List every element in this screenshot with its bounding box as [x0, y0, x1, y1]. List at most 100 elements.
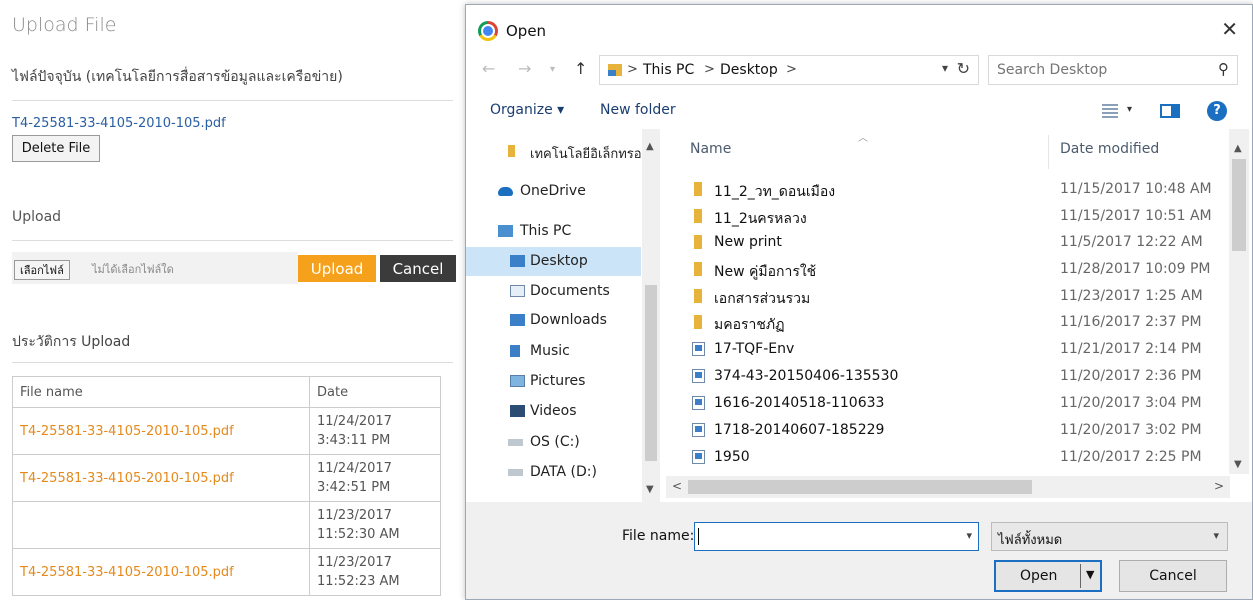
list-item[interactable]: 374-43-20150406-135530 11/20/2017 2:36 P…: [666, 364, 1226, 390]
file-input-row: เลือกไฟล์ ไม่ได้เลือกไฟล์ใด: [12, 252, 298, 284]
breadcrumb-separator-icon[interactable]: >: [627, 62, 638, 77]
search-input[interactable]: [997, 62, 1197, 78]
navigation-scrollbar[interactable]: ▲ ▼: [642, 129, 660, 502]
scroll-left-icon[interactable]: <: [672, 479, 682, 493]
back-arrow-icon[interactable]: ←: [482, 59, 495, 78]
nav-item-label: OneDrive: [520, 183, 586, 199]
documents-icon: [510, 285, 525, 297]
folder-icon: [694, 182, 702, 196]
column-divider[interactable]: [1048, 135, 1049, 169]
delete-file-button[interactable]: Delete File: [12, 135, 100, 162]
scrollbar-thumb[interactable]: [1232, 159, 1246, 251]
column-header-date-modified[interactable]: Date modified: [1060, 141, 1159, 157]
upload-section-label: Upload: [12, 209, 62, 225]
file-date: 11/23/2017 1:25 AM: [1060, 288, 1203, 304]
preview-pane-icon[interactable]: [1160, 104, 1180, 118]
list-item[interactable]: New คู่มือการใช้ 11/28/2017 10:09 PM: [666, 257, 1226, 283]
column-header-date: Date: [309, 376, 441, 408]
list-item[interactable]: 1950 11/20/2017 2:25 PM: [666, 445, 1226, 471]
search-icon[interactable]: ⚲: [1218, 60, 1229, 78]
nav-item-documents[interactable]: Documents: [466, 277, 641, 306]
file-name: เอกสารส่วนรวม: [714, 291, 811, 307]
open-button[interactable]: Open ▼: [994, 560, 1102, 592]
nav-item-downloads[interactable]: Downloads: [466, 306, 641, 335]
recent-locations-chevron-icon[interactable]: ▾: [550, 64, 555, 75]
list-item[interactable]: 1616-20140518-110633 11/20/2017 3:04 PM: [666, 391, 1226, 417]
file-name-input[interactable]: [695, 523, 955, 550]
address-dropdown-icon[interactable]: ▾: [942, 61, 948, 75]
refresh-icon[interactable]: ↻: [957, 59, 970, 78]
history-date: 11/23/2017 11:52:23 AM: [309, 548, 441, 596]
cancel-button[interactable]: Cancel: [1119, 560, 1227, 592]
nav-item-pictures[interactable]: Pictures: [466, 367, 641, 396]
list-item[interactable]: New print 11/5/2017 12:22 AM: [666, 230, 1226, 256]
new-folder-button[interactable]: New folder: [600, 102, 676, 118]
history-file-link[interactable]: T4-25581-33-4105-2010-105.pdf: [12, 407, 310, 455]
file-type-dropdown-icon[interactable]: ▾: [1213, 529, 1219, 542]
help-icon[interactable]: ?: [1207, 101, 1227, 121]
view-dropdown-icon[interactable]: ▾: [1127, 104, 1132, 115]
file-date: 11/21/2017 2:14 PM: [1060, 341, 1202, 357]
history-date-day: 11/23/2017: [317, 508, 392, 523]
desktop-folder-icon: [608, 64, 622, 76]
open-options-dropdown-icon[interactable]: ▼: [1086, 568, 1094, 581]
scrollbar-thumb[interactable]: [645, 285, 657, 461]
column-header-file: File name: [12, 376, 310, 408]
organize-menu[interactable]: Organize ▾: [490, 102, 564, 118]
nav-item-music[interactable]: Music: [466, 337, 641, 366]
file-name-field[interactable]: ▾: [694, 522, 979, 551]
file-name: 374-43-20150406-135530: [714, 368, 899, 384]
close-icon[interactable]: ✕: [1221, 17, 1238, 41]
file-date: 11/5/2017 12:22 AM: [1060, 234, 1203, 250]
list-item[interactable]: มคอราชภัฏ 11/16/2017 2:37 PM: [666, 310, 1226, 336]
current-file-link[interactable]: T4-25581-33-4105-2010-105.pdf: [12, 116, 226, 131]
breadcrumb-separator-icon[interactable]: >: [786, 62, 797, 77]
file-name-label: File name:: [622, 528, 695, 544]
scroll-right-icon[interactable]: >: [1214, 479, 1224, 493]
download-icon: [510, 314, 525, 326]
file-date: 11/20/2017 2:25 PM: [1060, 449, 1202, 465]
search-box[interactable]: ⚲: [988, 55, 1238, 85]
scroll-down-icon[interactable]: ▼: [646, 484, 654, 495]
view-options-icon[interactable]: [1102, 104, 1118, 118]
list-item[interactable]: 17-TQF-Env 11/21/2017 2:14 PM: [666, 337, 1226, 363]
breadcrumb-separator-icon[interactable]: >: [704, 62, 715, 77]
scroll-up-icon[interactable]: ▲: [646, 141, 654, 152]
up-arrow-icon[interactable]: ↑: [574, 59, 587, 78]
file-list-vertical-scrollbar[interactable]: ▲ ▼: [1229, 129, 1249, 474]
nav-item-thai-folder[interactable]: เทคโนโลยีอิเล็กทรอนิ: [466, 137, 650, 166]
address-bar[interactable]: > This PC > Desktop > ▾ ↻: [599, 55, 979, 85]
history-file-link[interactable]: T4-25581-33-4105-2010-105.pdf: [12, 454, 310, 502]
scroll-up-icon[interactable]: ▲: [1234, 143, 1242, 154]
folder-icon: [694, 315, 702, 329]
file-list: ︿ Name Date modified 11_2_วท_ดอนเมือง 11…: [666, 129, 1230, 474]
breadcrumb-desktop[interactable]: Desktop: [720, 62, 778, 78]
file-list-horizontal-scrollbar[interactable]: < >: [666, 476, 1230, 498]
breadcrumb-this-pc[interactable]: This PC: [643, 62, 694, 78]
list-item[interactable]: 11_2_วท_ดอนเมือง 11/15/2017 10:48 AM: [666, 177, 1226, 203]
file-name: 11_2นครหลวง: [714, 211, 807, 227]
choose-file-button[interactable]: เลือกไฟล์: [14, 260, 70, 280]
list-item[interactable]: 11_2นครหลวง 11/15/2017 10:51 AM: [666, 204, 1226, 230]
nav-item-os-c[interactable]: OS (C:): [466, 428, 641, 457]
pdf-file-icon: [692, 342, 705, 356]
open-file-dialog: Open ✕ ← → ▾ ↑ > This PC > Desktop > ▾ ↻…: [465, 4, 1253, 600]
column-header-name[interactable]: Name: [690, 141, 731, 157]
forward-arrow-icon[interactable]: →: [518, 59, 531, 78]
nav-item-desktop[interactable]: Desktop: [466, 247, 641, 276]
nav-item-data-d[interactable]: DATA (D:): [466, 458, 641, 487]
navigation-pane: เทคโนโลยีอิเล็กทรอนิ OneDrive This PC De…: [466, 129, 661, 502]
file-name-dropdown-icon[interactable]: ▾: [966, 529, 972, 542]
file-type-select[interactable]: ไฟล์ทั้งหมด ▾: [991, 522, 1228, 551]
divider: [12, 100, 453, 101]
list-item[interactable]: เอกสารส่วนรวม 11/23/2017 1:25 AM: [666, 284, 1226, 310]
history-file-link[interactable]: T4-25581-33-4105-2010-105.pdf: [12, 548, 310, 596]
scroll-down-icon[interactable]: ▼: [1234, 459, 1242, 470]
nav-item-videos[interactable]: Videos: [466, 397, 641, 426]
nav-item-this-pc[interactable]: This PC: [466, 217, 641, 246]
list-item[interactable]: 1718-20140607-185229 11/20/2017 3:02 PM: [666, 418, 1226, 444]
cancel-upload-button[interactable]: Cancel: [380, 255, 456, 282]
scrollbar-thumb[interactable]: [688, 480, 1032, 494]
upload-button[interactable]: Upload: [298, 255, 376, 282]
nav-item-onedrive[interactable]: OneDrive: [466, 177, 641, 206]
